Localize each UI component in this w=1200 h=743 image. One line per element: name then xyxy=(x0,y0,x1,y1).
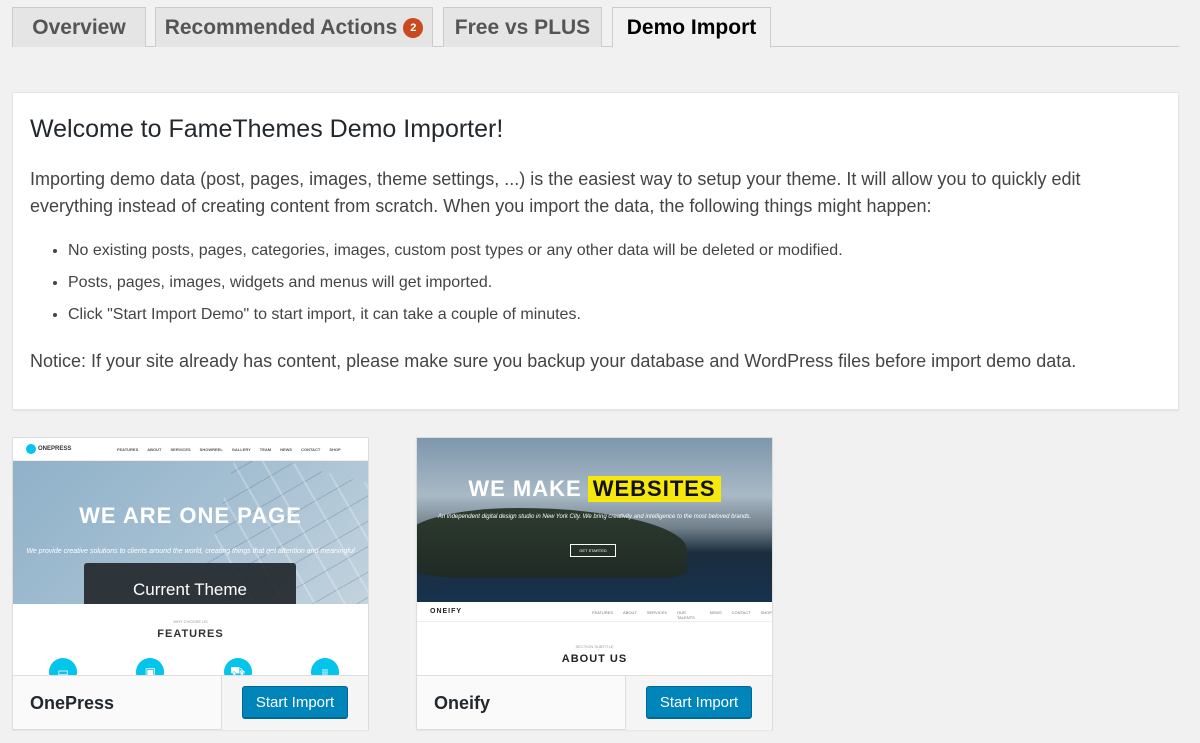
preview-menu-item: SHOWREEL xyxy=(199,447,223,452)
current-theme-overlay: Current Theme xyxy=(84,563,296,604)
preview-menu-item: FEATURES xyxy=(592,610,614,615)
menu-icon: ≡ xyxy=(310,658,339,675)
theme-screenshot: WE MAKE WEBSITES An independent digital … xyxy=(417,438,772,675)
preview-section-title: ABOUT US xyxy=(561,653,628,665)
preview-menu: FEATURES ABOUT SERVICES OUR TALENTS NEWS… xyxy=(592,610,772,620)
preview-nav: ONEIFY FEATURES ABOUT SERVICES OUR TALEN… xyxy=(417,602,772,622)
preview-get-started-button: GET STARTED xyxy=(570,544,616,557)
preview-section: WHY CHOOSE US FEATURES ▭ ▣ ⛟ ≡ xyxy=(13,604,368,675)
preview-hero-subtitle: An independent digital design studio in … xyxy=(437,514,752,520)
list-item: No existing posts, pages, categories, im… xyxy=(68,240,843,272)
preview-menu-item: TEAM xyxy=(259,447,272,452)
count-badge: 2 xyxy=(403,17,424,38)
preview-section-title: FEATURES xyxy=(157,628,224,640)
preview-logo: ONEPRESS xyxy=(26,444,71,454)
notice-text: Notice: If your site already has content… xyxy=(30,351,1077,371)
theme-card-footer: OnePress Start Import xyxy=(13,675,368,730)
preview-menu-item: GALLERY xyxy=(231,447,251,452)
preview-menu-item: CONTACT xyxy=(301,447,321,452)
monitor-icon: ▭ xyxy=(49,658,77,675)
preview-menu-item: SERVICES xyxy=(646,610,667,615)
preview-menu-item: ABOUT xyxy=(623,610,637,615)
preview-section-subtitle: WHY CHOOSE US xyxy=(173,619,208,624)
preview-hero-title: WE MAKE WEBSITES xyxy=(417,476,772,502)
feature-icons: ▭ ▣ ⛟ ≡ xyxy=(49,658,339,675)
hero-title-highlight: WEBSITES xyxy=(587,476,721,502)
preview-menu-item: OUR TALENTS xyxy=(676,610,695,620)
theme-screenshot: ONEPRESS FEATURES ABOUT SERVICES SHOWREE… xyxy=(13,438,368,675)
preview-menu-item: NEWS xyxy=(709,610,722,615)
tab-demo-import[interactable]: Demo Import xyxy=(612,7,771,48)
start-import-button[interactable]: Start Import xyxy=(242,686,348,718)
preview-menu-item: CONTACT xyxy=(731,610,751,615)
intro-panel: Welcome to FameThemes Demo Importer! Imp… xyxy=(12,92,1179,410)
info-list: No existing posts, pages, categories, im… xyxy=(68,240,843,336)
theme-name: OnePress xyxy=(30,693,115,713)
preview-hero: WE ARE ONE PAGE We provide creative solu… xyxy=(13,461,368,604)
preview-menu: FEATURES ABOUT SERVICES SHOWREEL GALLERY… xyxy=(117,447,341,452)
preview-hero-subtitle: We provide creative solutions to clients… xyxy=(26,548,355,555)
tab-label: Free vs PLUS xyxy=(454,15,591,39)
intro-description: Importing demo data (post, pages, images… xyxy=(30,169,1081,216)
theme-card-footer: Oneify Start Import xyxy=(417,675,772,730)
start-import-button[interactable]: Start Import xyxy=(646,686,752,718)
tab-free-vs-plus[interactable]: Free vs PLUS xyxy=(443,7,602,47)
preview-hero-title: WE ARE ONE PAGE xyxy=(79,503,302,528)
preview-menu-item: NEWS xyxy=(280,447,293,452)
list-item: Click "Start Import Demo" to start impor… xyxy=(68,304,843,336)
tab-label: Recommended Actions xyxy=(164,15,398,39)
tab-label: Overview xyxy=(32,15,126,39)
preview-menu-item: FEATURES xyxy=(117,447,139,452)
tab-bar: Overview Recommended Actions 2 Free vs PL… xyxy=(12,7,1179,48)
theme-card-onepress: ONEPRESS FEATURES ABOUT SERVICES SHOWREE… xyxy=(12,437,369,730)
list-item: Posts, pages, images, widgets and menus … xyxy=(68,272,843,304)
page-title: Welcome to FameThemes Demo Importer! xyxy=(30,115,504,143)
preview-section-subtitle: SECTION SUBTITLE xyxy=(575,644,614,649)
preview-menu-item: ABOUT xyxy=(147,447,162,452)
tab-recommended-actions[interactable]: Recommended Actions 2 xyxy=(155,7,433,47)
theme-actions: Start Import xyxy=(221,676,368,730)
tab-overview[interactable]: Overview xyxy=(12,7,146,47)
theme-card-oneify: WE MAKE WEBSITES An independent digital … xyxy=(416,437,773,730)
logo-text: ONEPRESS xyxy=(38,446,72,452)
logo-icon xyxy=(26,444,36,454)
image-icon: ▣ xyxy=(136,658,165,675)
preview-hero: WE MAKE WEBSITES An independent digital … xyxy=(417,438,772,602)
preview-menu-item: SHOP xyxy=(760,610,772,615)
hero-title-part: WE MAKE xyxy=(468,476,582,501)
tab-label: Demo Import xyxy=(626,15,757,39)
cart-icon: ⛟ xyxy=(223,658,252,675)
preview-menu-item: SHOP xyxy=(329,447,341,452)
preview-logo: ONEIFY xyxy=(430,608,463,615)
preview-nav: ONEPRESS FEATURES ABOUT SERVICES SHOWREE… xyxy=(13,438,368,461)
theme-actions: Start Import xyxy=(625,676,772,730)
preview-menu-item: SERVICES xyxy=(170,447,191,452)
theme-name: Oneify xyxy=(434,693,491,713)
